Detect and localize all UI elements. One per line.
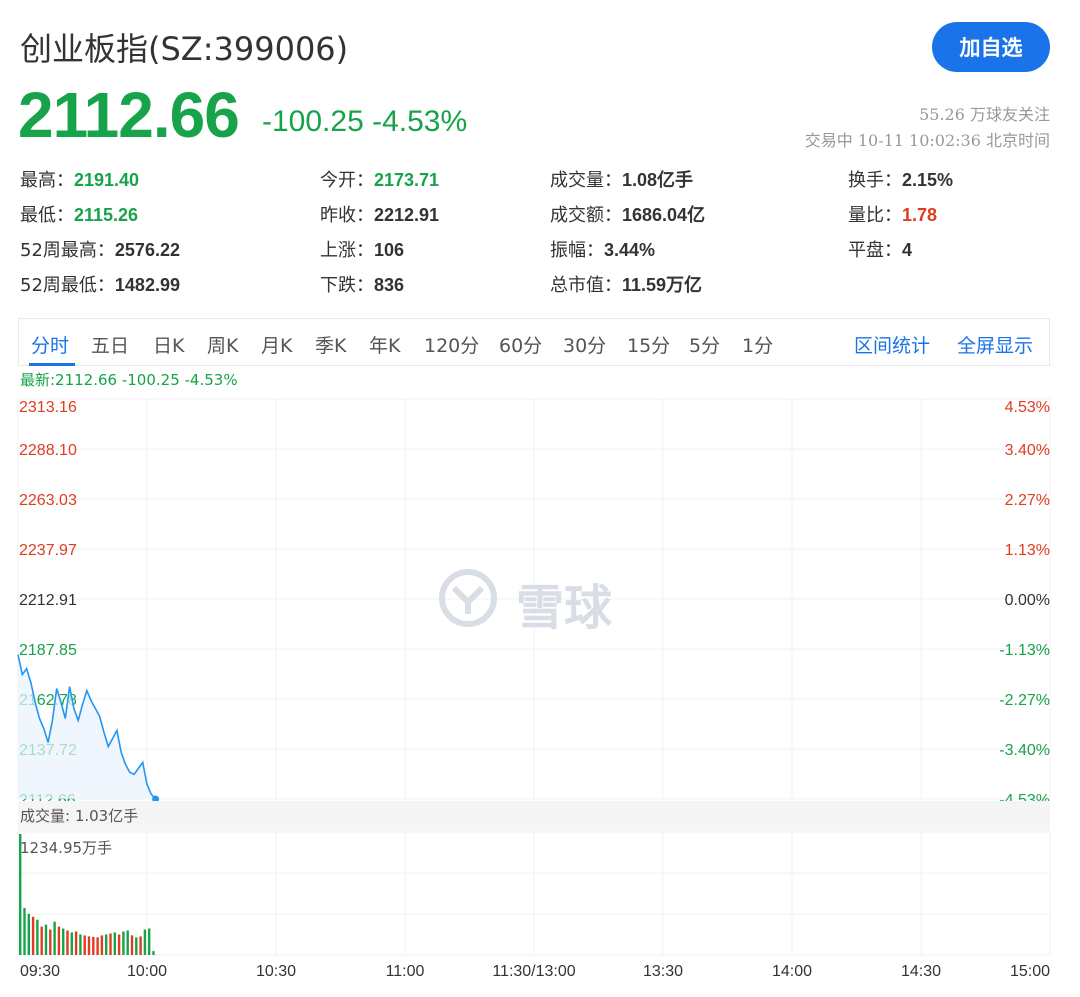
volume-bar bbox=[152, 951, 155, 955]
volume-band bbox=[18, 801, 1050, 831]
intraday-chart[interactable]: 2313.16 2288.10 2263.03 2237.97 2212.91 2187.… bbox=[0, 0, 1080, 997]
y-tick-label-right: -3.40% bbox=[999, 742, 1050, 759]
x-tick-label: 15:00 bbox=[1010, 963, 1050, 980]
volume-bar bbox=[92, 936, 95, 955]
y-tick-label-left: 2288.10 bbox=[19, 442, 77, 459]
y-tick-label-left: 2237.97 bbox=[19, 542, 77, 559]
y-tick-label-right: 0.00% bbox=[1005, 592, 1050, 609]
y-tick-label-left: 2212.91 bbox=[19, 592, 77, 609]
y-tick-label-right: 3.40% bbox=[1005, 442, 1050, 459]
x-tick-label: 10:30 bbox=[256, 963, 296, 980]
volume-bar bbox=[135, 937, 138, 955]
volume-bar bbox=[83, 935, 86, 955]
volume-bar bbox=[126, 930, 129, 955]
y-tick-label-right: 4.53% bbox=[1005, 399, 1050, 416]
volume-bar bbox=[40, 926, 43, 955]
y-tick-label-left: 2313.16 bbox=[19, 399, 77, 416]
x-tick-label: 11:00 bbox=[386, 963, 425, 980]
volume-bar bbox=[74, 931, 78, 955]
volume-bar bbox=[19, 834, 22, 955]
x-tick-label: 14:30 bbox=[901, 963, 941, 980]
volume-bar bbox=[57, 926, 61, 955]
y-tick-label-left: 2187.85 bbox=[19, 642, 77, 659]
volume-bar bbox=[62, 928, 65, 955]
volume-bar bbox=[143, 929, 147, 955]
volume-bar bbox=[113, 932, 116, 955]
volume-bar bbox=[105, 934, 108, 955]
y-tick-label-right: 2.27% bbox=[1005, 492, 1050, 509]
y-tick-label-right: -2.27% bbox=[999, 692, 1050, 709]
volume-bar bbox=[31, 916, 35, 955]
x-tick-label: 13:30 bbox=[643, 963, 683, 980]
volume-bar bbox=[49, 929, 52, 955]
volume-bar bbox=[27, 913, 30, 955]
volume-bar bbox=[100, 935, 104, 955]
volume-bar bbox=[79, 934, 82, 955]
price-area bbox=[18, 654, 156, 799]
volume-bar bbox=[117, 934, 121, 955]
volume-bar bbox=[122, 931, 125, 955]
volume-bar bbox=[66, 930, 69, 955]
y-tick-label-left: 2263.03 bbox=[19, 492, 77, 509]
volume-bar bbox=[148, 928, 151, 955]
volume-bar bbox=[36, 919, 39, 955]
y-tick-label-right: -1.13% bbox=[999, 642, 1050, 659]
x-tick-label: 14:00 bbox=[772, 963, 812, 980]
x-tick-label: 10:00 bbox=[127, 963, 167, 980]
volume-bar bbox=[23, 907, 26, 955]
y-tick-label-right: 1.13% bbox=[1005, 542, 1050, 559]
volume-bar bbox=[53, 921, 56, 955]
volume-max-label: 1234.95万手 bbox=[20, 839, 112, 857]
xueqiu-watermark: 雪球 bbox=[436, 566, 636, 636]
volume-bar bbox=[44, 924, 48, 955]
watermark-text: 雪球 bbox=[516, 580, 613, 636]
x-tick-label: 09:30 bbox=[20, 963, 60, 980]
volume-bar bbox=[109, 933, 112, 955]
volume-bar bbox=[139, 936, 142, 955]
volume-bar bbox=[130, 935, 134, 955]
volume-bar bbox=[70, 932, 73, 955]
volume-bar bbox=[96, 937, 99, 955]
volume-label: 成交量: 1.03亿手 bbox=[20, 807, 138, 825]
volume-bar bbox=[87, 936, 91, 955]
x-tick-label: 11:30/13:00 bbox=[492, 963, 575, 980]
